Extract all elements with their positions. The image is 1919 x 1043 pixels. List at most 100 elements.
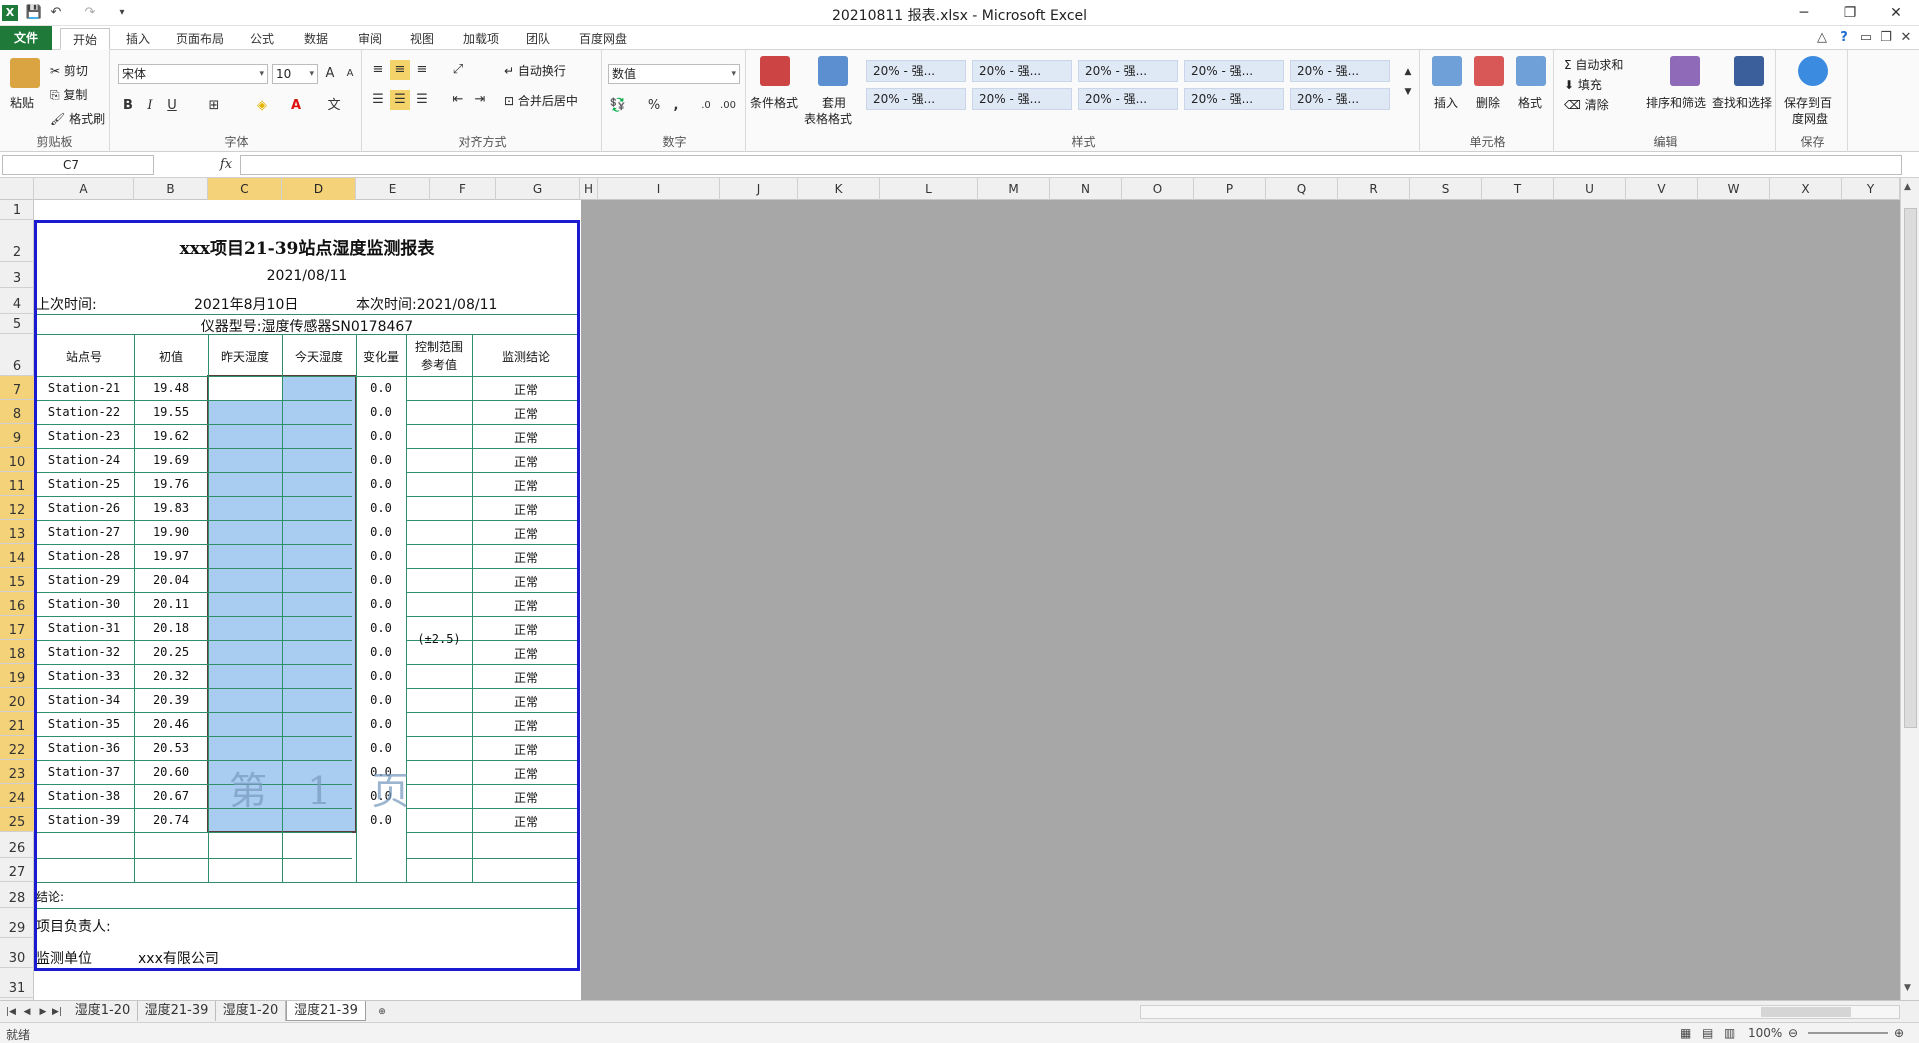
first-sheet-icon[interactable]: |◀ [4, 1004, 18, 1020]
zoom-slider[interactable] [1808, 1032, 1888, 1034]
station-change[interactable]: 0.0 [356, 381, 406, 395]
bold-button[interactable]: B [118, 96, 138, 116]
row-header-22[interactable]: 22 [0, 736, 34, 760]
station-change[interactable]: 0.0 [356, 429, 406, 443]
prev-sheet-icon[interactable]: ◀ [20, 1004, 34, 1020]
row-header-13[interactable]: 13 [0, 520, 34, 544]
font-size-combo[interactable]: 10 ▾ [272, 64, 318, 84]
paste-icon[interactable] [10, 58, 40, 88]
tab-formulas[interactable]: 公式 [242, 28, 282, 50]
col-header-v[interactable]: V [1626, 178, 1698, 200]
zoom-in-icon[interactable]: ⊕ [1894, 1026, 1904, 1040]
baidu-netdisk-icon[interactable] [1798, 56, 1828, 86]
border-icon[interactable]: ⊞ [204, 96, 224, 116]
align-right-icon[interactable]: ☰ [412, 90, 432, 110]
station-init[interactable]: 19.55 [134, 405, 208, 419]
station-change[interactable]: 0.0 [356, 597, 406, 611]
format-painter-button[interactable]: 🖌 格式刷 [50, 110, 105, 127]
scroll-down-icon[interactable]: ▼ [1904, 983, 1911, 993]
station-id[interactable]: Station-28 [34, 549, 134, 563]
underline-button[interactable]: U [162, 96, 182, 116]
cell-style-8[interactable]: 20% - 强... [1078, 88, 1178, 110]
row-header-12[interactable]: 12 [0, 496, 34, 520]
control-range-value[interactable]: (±2.5) [406, 632, 472, 646]
row-header-26[interactable]: 26 [0, 832, 34, 858]
station-result[interactable]: 正常 [472, 765, 580, 782]
station-result[interactable]: 正常 [472, 501, 580, 518]
station-change[interactable]: 0.0 [356, 477, 406, 491]
col-header-m[interactable]: M [978, 178, 1050, 200]
station-change[interactable]: 0.0 [356, 813, 406, 827]
col-header-a[interactable]: A [34, 178, 134, 200]
col-header-d[interactable]: D [282, 178, 356, 200]
station-init[interactable]: 19.48 [134, 381, 208, 395]
cell-style-1[interactable]: 20% - 强... [866, 60, 966, 82]
col-header-c[interactable]: C [208, 178, 282, 200]
row-header-28[interactable]: 28 [0, 882, 34, 908]
col-header-g[interactable]: G [496, 178, 580, 200]
station-change[interactable]: 0.0 [356, 693, 406, 707]
row-header-31[interactable]: 31 [0, 968, 34, 998]
sheet-tab-3[interactable]: 湿度1-20 [216, 1001, 286, 1021]
col-header-e[interactable]: E [356, 178, 430, 200]
station-init[interactable]: 19.76 [134, 477, 208, 491]
scroll-up-icon[interactable]: ▲ [1904, 182, 1911, 192]
col-header-u[interactable]: U [1554, 178, 1626, 200]
wrap-text-button[interactable]: ↵ 自动换行 [504, 62, 566, 79]
doc-restore-icon[interactable]: ❐ [1876, 28, 1896, 48]
col-header-x[interactable]: X [1770, 178, 1842, 200]
station-init[interactable]: 20.74 [134, 813, 208, 827]
name-box[interactable]: C7 [2, 155, 154, 175]
next-sheet-icon[interactable]: ▶ [36, 1004, 50, 1020]
station-result[interactable]: 正常 [472, 813, 580, 830]
station-change[interactable]: 0.0 [356, 501, 406, 515]
ribbon-minimize-icon[interactable]: △ [1812, 28, 1832, 48]
station-result[interactable]: 正常 [472, 789, 580, 806]
col-header-w[interactable]: W [1698, 178, 1770, 200]
cell-style-7[interactable]: 20% - 强... [972, 88, 1072, 110]
station-result[interactable]: 正常 [472, 621, 580, 638]
sheet-tab-active[interactable]: 湿度21-39 [286, 1001, 366, 1021]
station-change[interactable]: 0.0 [356, 573, 406, 587]
tab-data[interactable]: 数据 [296, 28, 336, 50]
station-id[interactable]: Station-30 [34, 597, 134, 611]
station-init[interactable]: 19.69 [134, 453, 208, 467]
station-id[interactable]: Station-29 [34, 573, 134, 587]
station-init[interactable]: 20.53 [134, 741, 208, 755]
insert-sheet-icon[interactable]: ⊕ [372, 1004, 392, 1020]
conditional-format-button[interactable]: 条件格式 [750, 94, 798, 111]
copy-button[interactable]: ⎘ 复制 [50, 86, 87, 103]
page-break-view-icon[interactable]: ▥ [1724, 1026, 1735, 1040]
tab-team[interactable]: 团队 [518, 28, 558, 50]
fill-button[interactable]: ⬇ 填充 [1564, 76, 1602, 93]
col-header-n[interactable]: N [1050, 178, 1122, 200]
station-init[interactable]: 20.04 [134, 573, 208, 587]
sort-filter-icon[interactable] [1670, 56, 1700, 86]
cell-style-4[interactable]: 20% - 强... [1184, 60, 1284, 82]
doc-minimize-icon[interactable]: ▭ [1856, 28, 1876, 48]
station-init[interactable]: 20.46 [134, 717, 208, 731]
number-format-combo[interactable]: 数值 ▾ [608, 64, 740, 84]
row-header-18[interactable]: 18 [0, 640, 34, 664]
decrease-font-icon[interactable]: A [340, 64, 360, 84]
row-header-8[interactable]: 8 [0, 400, 34, 424]
merge-center-button[interactable]: ⊡ 合并后居中 [504, 92, 578, 109]
station-id[interactable]: Station-36 [34, 741, 134, 755]
tab-view[interactable]: 视图 [402, 28, 442, 50]
station-change[interactable]: 0.0 [356, 669, 406, 683]
delete-cells-icon[interactable] [1474, 56, 1504, 86]
station-init[interactable]: 20.39 [134, 693, 208, 707]
station-result[interactable]: 正常 [472, 453, 580, 470]
align-middle-icon[interactable]: ≡ [390, 60, 410, 80]
fill-color-icon[interactable]: ◈ [252, 96, 272, 116]
col-header-f[interactable]: F [430, 178, 496, 200]
font-name-combo[interactable]: 宋体 ▾ [118, 64, 268, 84]
station-change[interactable]: 0.0 [356, 717, 406, 731]
station-result[interactable]: 正常 [472, 405, 580, 422]
station-result[interactable]: 正常 [472, 525, 580, 542]
increase-font-icon[interactable]: A [320, 64, 340, 84]
align-top-icon[interactable]: ≡ [368, 60, 388, 80]
col-header-t[interactable]: T [1482, 178, 1554, 200]
format-cells-button[interactable]: 格式 [1518, 94, 1542, 111]
tab-page-layout[interactable]: 页面布局 [170, 28, 230, 50]
